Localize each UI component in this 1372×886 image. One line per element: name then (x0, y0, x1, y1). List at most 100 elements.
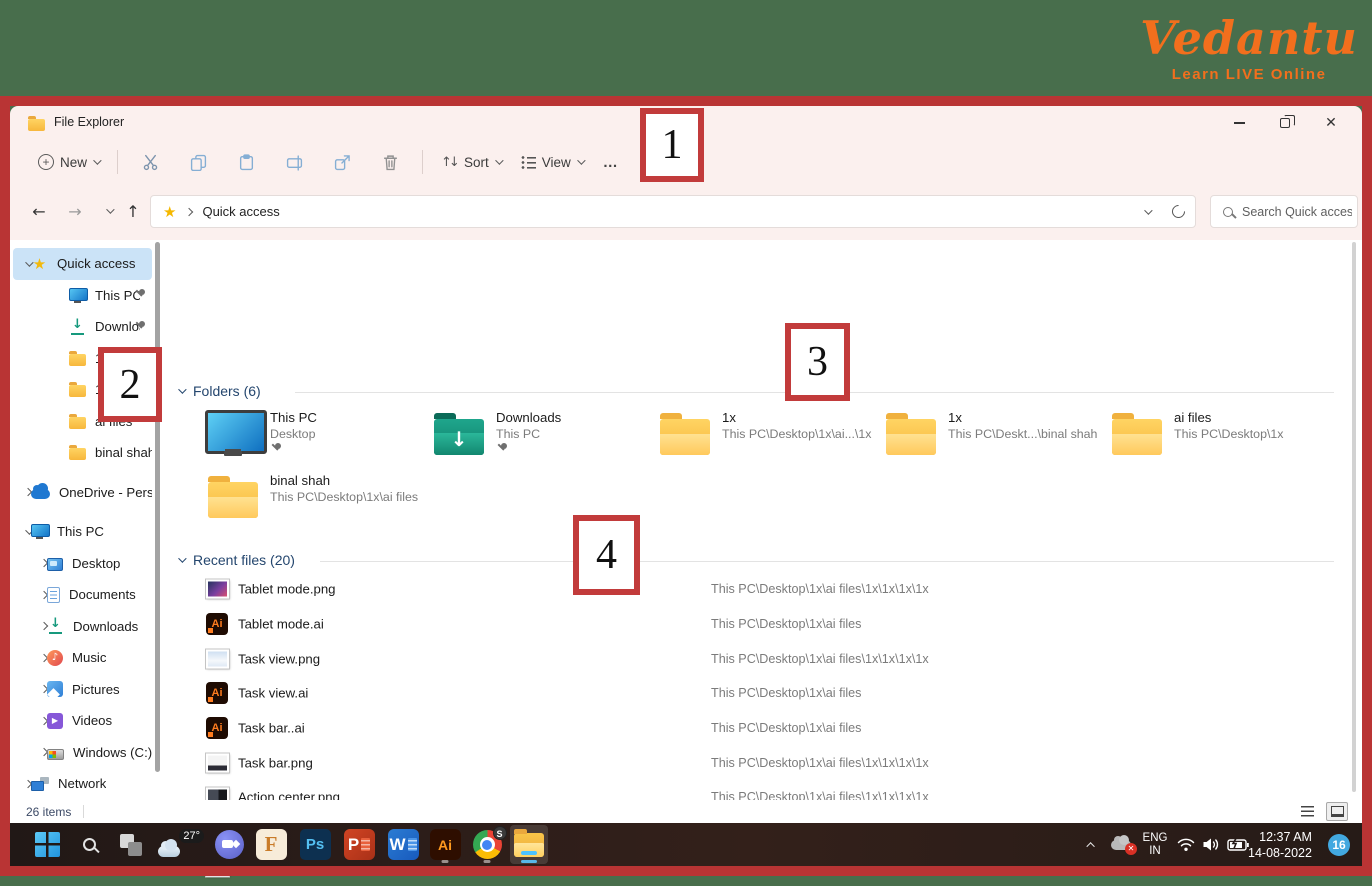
paste-button[interactable] (222, 145, 270, 179)
pin-icon (134, 289, 146, 301)
folder-tile-this-pc[interactable]: This PCDesktop (205, 410, 427, 460)
recent-file-row-task-view-png[interactable]: Task view.pngThis PC\Desktop\1x\ai files… (10, 641, 1362, 676)
delete-button[interactable] (366, 145, 414, 179)
ai-file-icon: Ai (206, 613, 228, 635)
volume-tray-icon[interactable] (1198, 823, 1224, 866)
restore-button[interactable] (1262, 106, 1308, 140)
share-button[interactable] (318, 145, 366, 179)
taskbar-search-button[interactable] (70, 825, 108, 864)
chevron-down-icon[interactable] (1144, 206, 1152, 214)
new-button-label: New (60, 155, 87, 170)
folder-tile-1x[interactable]: 1xThis PC\Desktop\1x\ai...\1x (657, 410, 879, 455)
windows-logo-icon (35, 832, 60, 857)
content-pane: Folders (6) Recent files (20) Tablet mod… (10, 240, 1362, 800)
vedantu-brand-text: Vedantu (1140, 12, 1358, 64)
rename-button[interactable] (270, 145, 318, 179)
minimize-button[interactable] (1216, 106, 1262, 140)
details-view-button[interactable] (1296, 802, 1318, 821)
breadcrumb[interactable]: Quick access (202, 204, 279, 219)
ai-file-icon: Ai (206, 717, 228, 739)
more-options-button[interactable]: … (593, 145, 629, 179)
close-button[interactable]: ✕ (1308, 106, 1354, 140)
download-arrow-icon: ↓ (434, 427, 484, 451)
sidebar-item-this-pc[interactable]: This PC (13, 516, 152, 548)
view-icon (521, 155, 536, 169)
powerpoint-button[interactable]: P (340, 825, 378, 864)
recent-file-row-tablet-mode-ai[interactable]: AiTablet mode.aiThis PC\Desktop\1x\ai fi… (10, 607, 1362, 642)
recent-file-path: This PC\Desktop\1x\ai files (711, 686, 861, 700)
search-box[interactable] (1210, 195, 1358, 228)
search-input[interactable] (1242, 205, 1352, 219)
tray-date: 14-08-2022 (1248, 846, 1312, 860)
folder-tile-downloads[interactable]: ↓DownloadsThis PC (431, 410, 653, 460)
start-button[interactable] (28, 825, 66, 864)
recent-file-row-tablet-mode-png[interactable]: Tablet mode.pngThis PC\Desktop\1x\ai fil… (10, 572, 1362, 607)
illustrator-button[interactable]: Ai (426, 825, 464, 864)
chevron-down-icon (93, 156, 101, 164)
chrome-profile-badge: S (493, 826, 507, 840)
annotation-label: 1 (662, 121, 683, 169)
folder-tile-1x[interactable]: 1xThis PC\Deskt...\binal shah (883, 410, 1105, 455)
folder-icon (69, 448, 86, 460)
recent-file-row-task-bar-ai[interactable]: AiTask bar..aiThis PC\Desktop\1x\ai file… (10, 711, 1362, 746)
breadcrumb-bar[interactable]: ★ Quick access (150, 195, 1196, 228)
status-separator (83, 805, 84, 818)
folders-section-header[interactable]: Folders (6) (178, 383, 261, 399)
onedrive-tray-icon[interactable]: ✕ (1106, 823, 1136, 866)
sidebar-item-this-pc[interactable]: This PC (13, 280, 152, 312)
download-folder-icon: ↓ (434, 419, 484, 455)
task-view-button[interactable] (112, 825, 150, 864)
refresh-icon[interactable] (1169, 202, 1187, 220)
sidebar-item-label: Quick access (57, 256, 135, 271)
recent-file-row-task-bar-png[interactable]: Task bar.pngThis PC\Desktop\1x\ai files\… (10, 745, 1362, 780)
running-indicator (484, 860, 491, 863)
folder-tile-binal-shah[interactable]: binal shahThis PC\Desktop\1x\ai files (205, 473, 427, 518)
file-explorer-icon (514, 833, 544, 857)
chat-button[interactable] (210, 825, 248, 864)
toolbar-separator (422, 150, 423, 174)
recent-file-path: This PC\Desktop\1x\ai files\1x\1x\1x\1x (711, 756, 929, 770)
sidebar-item-downloads[interactable]: ↓Downloads (13, 311, 152, 343)
new-button[interactable]: + New (28, 145, 109, 179)
photoshop-button[interactable]: Ps (296, 825, 334, 864)
copy-button[interactable] (174, 145, 222, 179)
notification-center-button[interactable]: 16 (1326, 823, 1352, 866)
language-code: ENG (1143, 832, 1168, 844)
item-count: 26 items (26, 805, 71, 819)
back-button[interactable]: ← (24, 196, 54, 226)
hidden-icons-button[interactable] (1080, 823, 1104, 866)
cut-button[interactable] (126, 145, 174, 179)
toolbar-separator (117, 150, 118, 174)
recent-file-path: This PC\Desktop\1x\ai files\1x\1x\1x\1x (711, 582, 929, 596)
sidebar-item-binal-shah[interactable]: binal shah (13, 437, 152, 469)
wifi-tray-icon[interactable] (1174, 823, 1198, 866)
search-icon (83, 838, 96, 851)
recent-files-section-header[interactable]: Recent files (20) (178, 552, 295, 568)
clock[interactable]: 12:37 AM 14-08-2022 (1238, 823, 1322, 866)
pin-icon (496, 443, 508, 455)
copy-icon (190, 154, 207, 171)
chrome-button[interactable]: S (468, 825, 506, 864)
folder-tile-ai-files[interactable]: ai filesThis PC\Desktop\1x (1109, 410, 1331, 455)
weather-widget[interactable]: 27° (152, 825, 206, 864)
folder-icon (886, 419, 936, 455)
sidebar-item-label: OneDrive - Perso (59, 485, 152, 500)
up-button[interactable]: ↑ (118, 196, 148, 226)
f-app-icon: F (256, 829, 287, 860)
large-icons-view-button[interactable] (1326, 802, 1348, 821)
sidebar-item-quick-access[interactable]: ★Quick access (13, 248, 152, 280)
paste-icon (238, 154, 255, 171)
folder-icon (69, 385, 86, 397)
recent-file-row-task-view-ai[interactable]: AiTask view.aiThis PC\Desktop\1x\ai file… (10, 676, 1362, 711)
chevron-down-icon (178, 385, 186, 393)
forward-button[interactable]: → (60, 196, 90, 226)
sidebar-item-label: This PC (57, 524, 104, 539)
word-button[interactable]: W (384, 825, 422, 864)
language-indicator[interactable]: ENG IN (1138, 823, 1172, 866)
annotation-box-2: 2 (98, 347, 162, 422)
sort-button[interactable]: ↑↓ Sort (431, 145, 511, 179)
sidebar-item-onedrive-perso[interactable]: OneDrive - Perso (13, 477, 152, 509)
file-explorer-button[interactable] (510, 825, 548, 864)
f-app-button[interactable]: F (252, 825, 290, 864)
view-button[interactable]: View (511, 145, 593, 179)
